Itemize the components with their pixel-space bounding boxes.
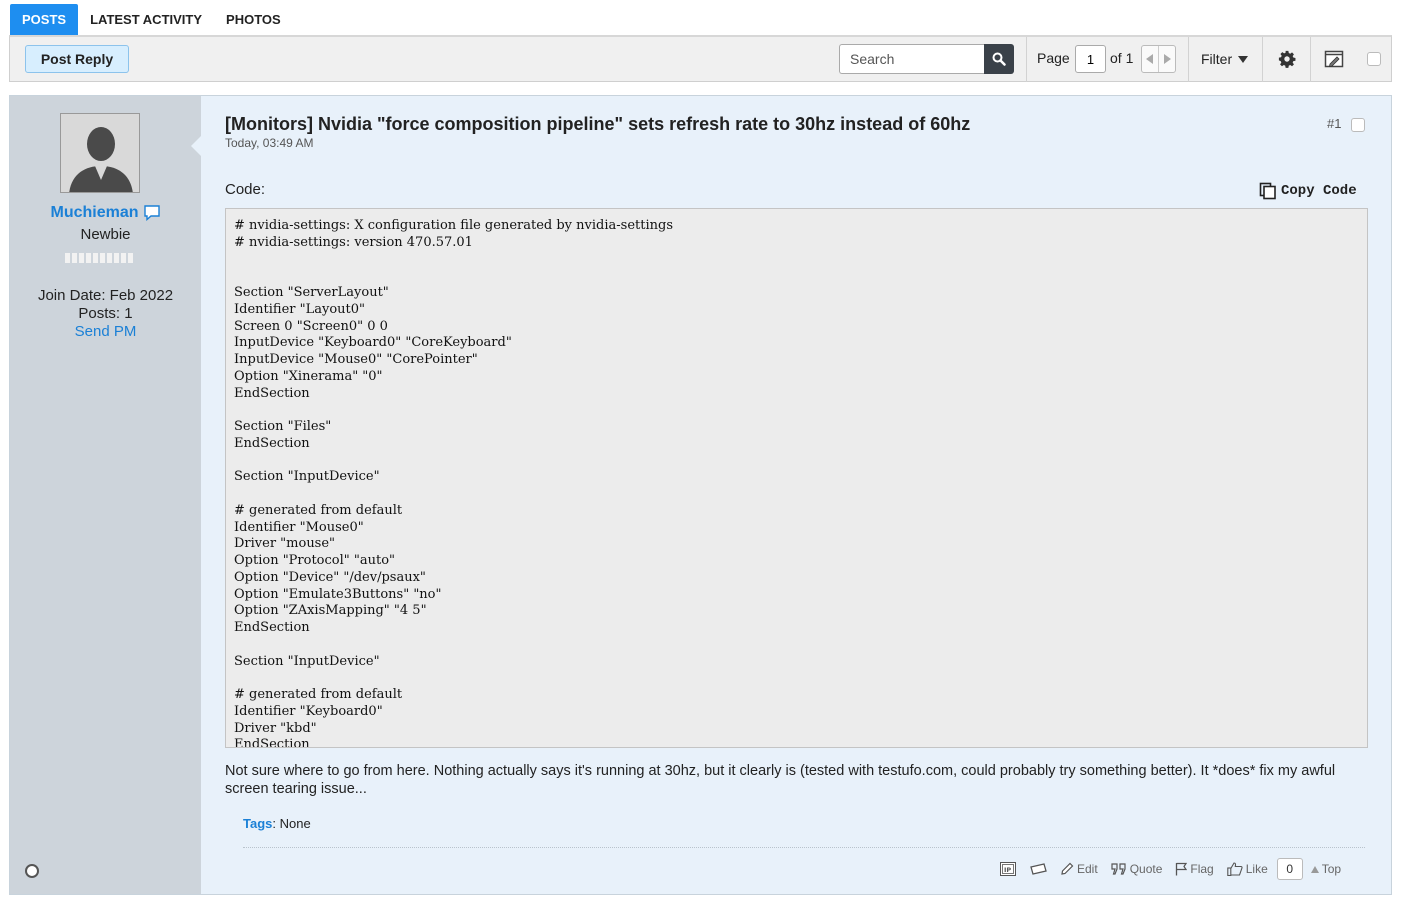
thumbs-up-icon [1226, 862, 1243, 876]
next-page-button[interactable] [1159, 46, 1175, 72]
prev-page-button[interactable] [1142, 46, 1159, 72]
page-navigation [1141, 45, 1176, 73]
code-block[interactable]: # nvidia-settings: X configuration file … [225, 208, 1368, 748]
settings-button[interactable] [1276, 48, 1298, 70]
page-label: Page [1037, 50, 1070, 66]
online-status-indicator [25, 864, 39, 878]
copy-code-button[interactable]: Copy Code [1259, 182, 1357, 200]
tab-photos[interactable]: PHOTOS [214, 4, 293, 35]
post-select-checkbox[interactable] [1351, 118, 1365, 132]
quote-label: Quote [1129, 862, 1163, 876]
code-label: Code: [225, 181, 266, 198]
tags-value: : None [272, 816, 311, 831]
quote-button[interactable]: Quote [1111, 862, 1163, 876]
tab-latest-activity[interactable]: LATEST ACTIVITY [78, 4, 214, 35]
join-date: Join Date: Feb 2022 [37, 287, 174, 304]
thread-toolbar: Post Reply Page of 1 Filter [9, 35, 1392, 82]
filter-dropdown[interactable]: Filter [1201, 51, 1249, 67]
filter-label: Filter [1201, 51, 1233, 67]
page-total: of 1 [1110, 50, 1134, 66]
post-count: Posts: 1 [78, 305, 133, 322]
edit-label: Edit [1077, 862, 1098, 876]
like-label: Like [1245, 862, 1268, 876]
toolbar-divider [1310, 37, 1311, 82]
search-button[interactable] [984, 44, 1014, 74]
default-avatar-icon [61, 114, 139, 192]
triangle-right-icon [1164, 54, 1171, 64]
post-number-link[interactable]: #1 [1327, 116, 1341, 131]
post-actions: IP Edit Quote Flag Like 0 Top [1000, 858, 1354, 880]
svg-text:IP: IP [1004, 866, 1011, 874]
page-number-input[interactable] [1075, 45, 1106, 73]
tab-posts[interactable]: POSTS [10, 4, 79, 35]
ip-button[interactable]: IP [1000, 862, 1016, 876]
search-input[interactable] [839, 44, 985, 74]
infraction-button[interactable] [1029, 862, 1047, 876]
copy-icon [1259, 182, 1276, 200]
flag-label: Flag [1190, 862, 1214, 876]
post-body: Not sure where to go from here. Nothing … [225, 763, 1336, 797]
reputation-bar [65, 253, 133, 263]
user-info-panel: Muchieman Newbie Join Date: Feb 2022 Pos… [10, 96, 201, 894]
send-pm-link[interactable]: Send PM [10, 323, 201, 340]
tags-link[interactable]: Tags [243, 816, 272, 831]
quote-icon [1111, 863, 1126, 875]
flag-button[interactable]: Flag [1175, 862, 1214, 876]
edit-button[interactable]: Edit [1060, 862, 1098, 876]
top-label: Top [1321, 862, 1342, 876]
caret-down-icon [1238, 55, 1249, 63]
triangle-up-icon [1310, 865, 1319, 873]
tags-line: Tags: None [243, 816, 311, 831]
pencil-icon [1061, 862, 1074, 875]
toolbar-divider [1188, 37, 1189, 82]
moderation-button[interactable] [1323, 48, 1345, 70]
post-container: Muchieman Newbie Join Date: Feb 2022 Pos… [9, 95, 1392, 895]
card-icon [1030, 863, 1047, 875]
speech-bubble-icon[interactable] [143, 205, 161, 221]
user-title: Newbie [80, 226, 131, 243]
username[interactable]: Muchieman [50, 204, 138, 222]
tab-bar: POSTS LATEST ACTIVITY PHOTOS [10, 4, 293, 35]
post-footer-divider [243, 847, 1365, 848]
like-button[interactable]: Like [1226, 862, 1268, 876]
triangle-left-icon [1146, 54, 1153, 64]
toolbar-divider [1026, 37, 1027, 82]
post-reply-button[interactable]: Post Reply [25, 45, 129, 73]
post-date: Today, 03:49 AM [225, 136, 314, 150]
select-all-checkbox[interactable] [1367, 52, 1381, 66]
copy-code-label: Copy Code [1281, 183, 1357, 199]
username-link[interactable]: Muchieman [10, 204, 201, 222]
code-text: # nvidia-settings: X configuration file … [234, 218, 673, 748]
back-to-top-link[interactable]: Top [1310, 862, 1342, 876]
avatar[interactable] [60, 113, 140, 193]
ip-icon: IP [1000, 862, 1016, 876]
like-count: 0 [1276, 858, 1303, 880]
edit-window-icon [1324, 50, 1344, 68]
search-icon [992, 52, 1006, 66]
post-title: [Monitors] Nvidia "force composition pip… [225, 114, 971, 134]
gear-icon [1278, 50, 1296, 68]
toolbar-divider [1262, 37, 1263, 82]
post-arrow [191, 136, 201, 156]
flag-icon [1176, 862, 1188, 876]
